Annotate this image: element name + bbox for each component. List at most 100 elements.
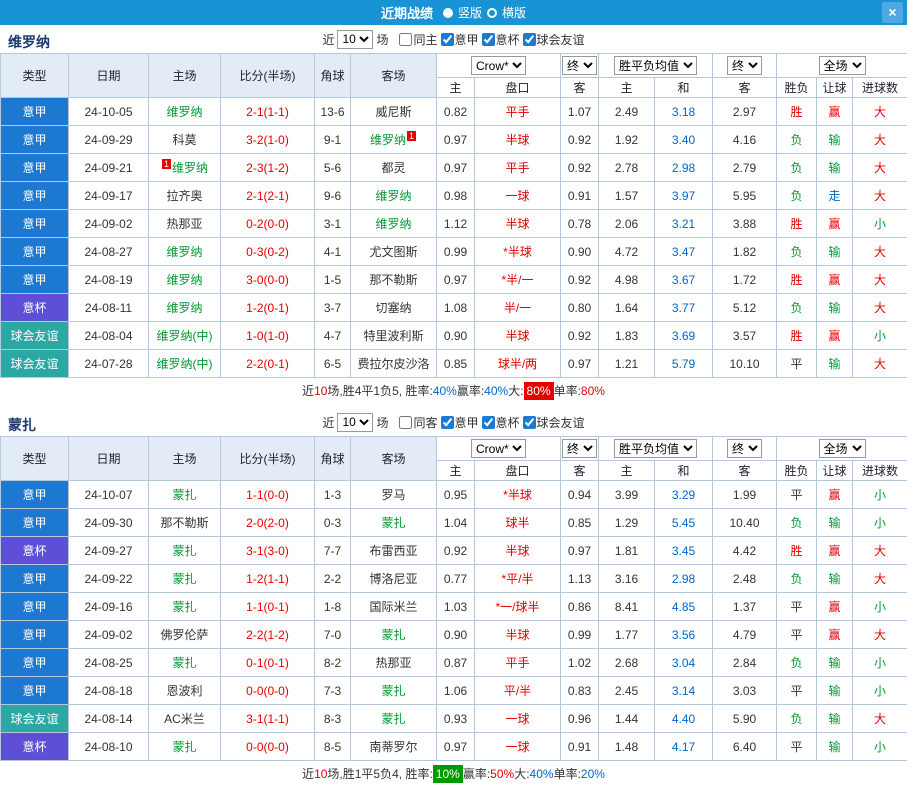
same-venue-checkbox[interactable]	[399, 416, 412, 429]
cell-handicap: 半球	[475, 621, 561, 649]
cell-date: 24-09-02	[69, 621, 149, 649]
cell-ah-away-odds: 0.80	[561, 294, 599, 322]
cell-eu-away-odds: 10.10	[713, 350, 777, 378]
cell-away-team: 布雷西亚	[351, 537, 437, 565]
col-eu-draw-header: 和	[655, 78, 713, 98]
col-eu-home-header: 主	[599, 461, 655, 481]
table-row: 意杯24-08-10蒙扎0-0(0-0)8-5南蒂罗尔0.97一球0.911.4…	[1, 733, 907, 761]
team-name-text: 维罗纳	[172, 161, 208, 175]
team-name-text: 蒙扎	[381, 516, 405, 530]
cell-away-team: 那不勒斯	[351, 266, 437, 294]
cell-handicap: *半/一	[475, 266, 561, 294]
league-checkbox-friendly[interactable]	[523, 416, 536, 429]
cell-ah-home-odds: 0.82	[437, 98, 475, 126]
cell-ah-home-odds: 0.92	[437, 537, 475, 565]
cell-ah-home-odds: 0.93	[437, 705, 475, 733]
close-icon[interactable]: ×	[882, 2, 903, 23]
same-venue-option[interactable]: 同客	[399, 414, 437, 431]
team-name-text: 布雷西亚	[369, 544, 417, 558]
cell-score: 2-2(0-1)	[221, 350, 315, 378]
cell-ah-home-odds: 0.97	[437, 733, 475, 761]
cell-ah-away-odds: 1.07	[561, 98, 599, 126]
cell-score: 2-0(2-0)	[221, 509, 315, 537]
team-name-text: 蒙扎	[381, 712, 405, 726]
bookmaker-select[interactable]: Crow*	[471, 439, 526, 458]
recent-count-select[interactable]: 10	[337, 30, 373, 49]
cell-result: 负	[777, 509, 817, 537]
league-checkbox-serie-a[interactable]	[441, 416, 454, 429]
cell-ah-away-odds: 0.91	[561, 182, 599, 210]
cell-goals: 大	[853, 126, 907, 154]
scope-select[interactable]: 全场	[819, 439, 866, 458]
summary-segment: 10	[314, 383, 327, 399]
eu-time-select[interactable]: 终	[727, 56, 762, 75]
league-checkbox-friendly[interactable]	[523, 33, 536, 46]
horizontal-layout-label[interactable]: 横版	[502, 4, 526, 21]
ah-time-select[interactable]: 终	[562, 56, 597, 75]
cell-ah-home-odds: 0.85	[437, 350, 475, 378]
ah-time-select[interactable]: 终	[562, 439, 597, 458]
avg-odds-select[interactable]: 胜平负均值	[614, 439, 697, 458]
league-checkbox-serie-a[interactable]	[441, 33, 454, 46]
cell-competition: 球会友谊	[1, 350, 69, 378]
cell-competition: 意甲	[1, 649, 69, 677]
vertical-layout-radio[interactable]	[443, 8, 453, 18]
cell-eu-draw-odds: 3.18	[655, 98, 713, 126]
table-row: 意甲24-09-211维罗纳2-3(1-2)5-6都灵0.97平手0.922.7…	[1, 154, 907, 182]
cell-goals: 小	[853, 481, 907, 509]
same-venue-option[interactable]: 同主	[399, 31, 437, 48]
cell-handicap-result: 输	[817, 154, 853, 182]
cell-date: 24-09-21	[69, 154, 149, 182]
recent-count-select[interactable]: 10	[337, 413, 373, 432]
cell-goals: 小	[853, 733, 907, 761]
league-option-coppa[interactable]: 意杯	[482, 31, 520, 48]
cell-ah-away-odds: 0.90	[561, 238, 599, 266]
team-name-text: 威尼斯	[375, 105, 411, 119]
cell-goals: 大	[853, 294, 907, 322]
cell-eu-away-odds: 5.90	[713, 705, 777, 733]
bookmaker-select[interactable]: Crow*	[471, 56, 526, 75]
cell-score: 3-2(1-0)	[221, 126, 315, 154]
cell-score: 1-0(1-0)	[221, 322, 315, 350]
table-row: 意甲24-09-17拉齐奥2-1(2-1)9-6维罗纳0.98一球0.911.5…	[1, 182, 907, 210]
cell-handicap: 一球	[475, 182, 561, 210]
league-option-coppa[interactable]: 意杯	[482, 414, 520, 431]
team-name-text: AC米兰	[164, 712, 205, 726]
cell-date: 24-08-10	[69, 733, 149, 761]
eu-time-select[interactable]: 终	[727, 439, 762, 458]
scope-select[interactable]: 全场	[819, 56, 866, 75]
league-checkbox-coppa[interactable]	[482, 33, 495, 46]
team-name-text: 维罗纳	[166, 301, 202, 315]
cell-handicap: 半/一	[475, 294, 561, 322]
cell-date: 24-08-25	[69, 649, 149, 677]
col-type-header: 类型	[1, 437, 69, 481]
league-option-serie-a[interactable]: 意甲	[441, 414, 479, 431]
cell-eu-away-odds: 1.82	[713, 238, 777, 266]
cell-handicap: 球半	[475, 509, 561, 537]
cell-away-team: 罗马	[351, 481, 437, 509]
cell-eu-away-odds: 2.84	[713, 649, 777, 677]
league-option-serie-a[interactable]: 意甲	[441, 31, 479, 48]
vertical-layout-label[interactable]: 竖版	[458, 4, 482, 21]
cell-corners: 8-5	[315, 733, 351, 761]
cell-away-team: 威尼斯	[351, 98, 437, 126]
near-label: 近	[322, 414, 334, 431]
same-venue-checkbox[interactable]	[399, 33, 412, 46]
cell-ah-home-odds: 1.06	[437, 677, 475, 705]
cell-handicap: 一球	[475, 733, 561, 761]
cell-score: 0-0(0-0)	[221, 677, 315, 705]
league-checkbox-coppa[interactable]	[482, 416, 495, 429]
cell-eu-home-odds: 1.64	[599, 294, 655, 322]
horizontal-layout-radio[interactable]	[487, 8, 497, 18]
cell-handicap: *半球	[475, 481, 561, 509]
league-option-friendly[interactable]: 球会友谊	[523, 414, 585, 431]
col-eu-away-header: 客	[713, 461, 777, 481]
table-row: 意甲24-09-30那不勒斯2-0(2-0)0-3蒙扎1.04球半0.851.2…	[1, 509, 907, 537]
cell-corners: 2-2	[315, 565, 351, 593]
avg-odds-select[interactable]: 胜平负均值	[614, 56, 697, 75]
league-option-friendly[interactable]: 球会友谊	[523, 31, 585, 48]
cell-eu-draw-odds: 4.17	[655, 733, 713, 761]
table-row: 意甲24-09-02佛罗伦萨2-2(1-2)7-0蒙扎0.90半球0.991.7…	[1, 621, 907, 649]
cell-ah-away-odds: 0.91	[561, 733, 599, 761]
cell-handicap: 半球	[475, 322, 561, 350]
